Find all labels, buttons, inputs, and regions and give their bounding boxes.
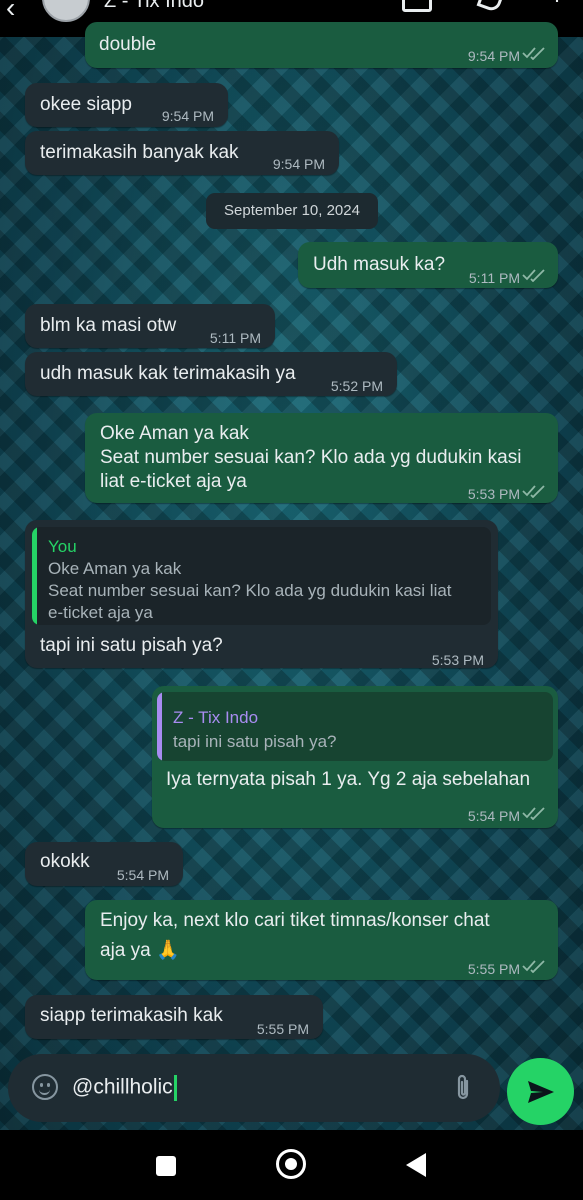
quote-text-line: tapi ini satu pisah ya? (173, 732, 337, 751)
emoji-icon[interactable] (32, 1074, 58, 1100)
message-incoming[interactable]: You Oke Aman ya kak Seat number sesuai k… (25, 520, 498, 668)
message-time: 9:54 PM (161, 108, 214, 124)
quote-bar (32, 527, 37, 625)
nav-back-icon[interactable] (406, 1153, 426, 1177)
message-outgoing[interactable]: double 9:54 PM (85, 22, 558, 68)
text-caret (173, 1075, 177, 1101)
message-time: 5:54 PM (116, 867, 169, 883)
quote-author: Z - Tix Indo (173, 708, 259, 727)
attach-icon[interactable] (454, 1074, 472, 1102)
message-text-line: aja ya 🙏 (100, 940, 180, 961)
date-separator: September 10, 2024 (206, 193, 378, 229)
read-ticks-icon (522, 807, 545, 820)
quote-text-line: Seat number sesuai kan? Klo ada yg duduk… (48, 581, 452, 600)
message-incoming[interactable]: siapp terimakasih kak 5:55 PM (25, 995, 323, 1039)
send-icon (528, 1081, 554, 1103)
message-text-line: Oke Aman ya kak (100, 423, 249, 444)
message-outgoing[interactable]: Enjoy ka, next klo cari tiket timnas/kon… (85, 900, 558, 980)
message-text: udh masuk kak terimakasih ya (40, 363, 296, 384)
message-text: okee siapp (40, 94, 132, 115)
message-text: Iya ternyata pisah 1 ya. Yg 2 aja sebela… (166, 769, 531, 790)
message-text: blm ka masi otw (40, 315, 177, 336)
message-text: tapi ini satu pisah ya? (40, 635, 223, 656)
message-incoming[interactable]: blm ka masi otw 5:11 PM (25, 304, 275, 348)
quote-author: You (48, 537, 77, 556)
message-text-line: Enjoy ka, next klo cari tiket timnas/kon… (100, 910, 490, 931)
back-arrow-icon[interactable]: ‹ (6, 0, 15, 24)
nav-home-icon[interactable] (276, 1149, 306, 1179)
send-button[interactable] (507, 1058, 574, 1125)
message-incoming[interactable]: terimakasih banyak kak 9:54 PM (25, 131, 339, 175)
quoted-message[interactable]: Z - Tix Indo tapi ini satu pisah ya? (157, 692, 553, 761)
message-time: 5:53 PM (467, 486, 520, 502)
message-composer[interactable]: @chillholic (8, 1054, 500, 1122)
message-time: 5:54 PM (467, 808, 520, 824)
message-text: Udh masuk ka? (313, 254, 446, 275)
message-incoming[interactable]: udh masuk kak terimakasih ya 5:52 PM (25, 352, 397, 396)
message-text: double (99, 34, 157, 55)
message-outgoing[interactable]: Udh masuk ka? 5:11 PM (298, 242, 558, 288)
message-time: 5:53 PM (431, 652, 484, 668)
message-text: okokk (40, 851, 90, 872)
quote-text-line: e-ticket aja ya (48, 603, 153, 622)
message-input-value: @chillholic (72, 1075, 173, 1099)
message-time: 5:11 PM (468, 270, 520, 286)
read-ticks-icon (522, 960, 545, 973)
message-text: siapp terimakasih kak (40, 1005, 223, 1026)
message-text: terimakasih banyak kak (40, 142, 239, 163)
message-time: 9:54 PM (467, 48, 520, 64)
contact-avatar[interactable] (42, 0, 90, 22)
read-ticks-icon (522, 47, 545, 60)
message-time: 5:55 PM (256, 1021, 309, 1037)
quote-bar (157, 692, 162, 761)
video-call-icon[interactable] (402, 0, 432, 12)
nav-recents-icon[interactable] (156, 1156, 176, 1176)
contact-name[interactable]: Z - Tix Indo (104, 0, 204, 13)
message-input[interactable]: @chillholic (72, 1075, 177, 1101)
message-time: 5:55 PM (467, 961, 520, 977)
message-incoming[interactable]: okee siapp 9:54 PM (25, 83, 228, 127)
message-time: 5:52 PM (330, 378, 383, 394)
message-time: 9:54 PM (272, 156, 325, 172)
message-text-line: liat e-ticket aja ya (100, 471, 247, 492)
read-ticks-icon (522, 485, 545, 498)
message-time: 5:11 PM (209, 330, 261, 346)
read-ticks-icon (522, 269, 545, 282)
quoted-message[interactable]: You Oke Aman ya kak Seat number sesuai k… (32, 527, 491, 625)
message-outgoing[interactable]: Oke Aman ya kak Seat number sesuai kan? … (85, 413, 558, 503)
quote-text-line: Oke Aman ya kak (48, 559, 182, 578)
message-text-line: Seat number sesuai kan? Klo ada yg duduk… (100, 447, 522, 468)
message-outgoing[interactable]: Z - Tix Indo tapi ini satu pisah ya? Iya… (152, 686, 558, 828)
voice-call-icon[interactable] (476, 0, 506, 14)
message-incoming[interactable]: okokk 5:54 PM (25, 842, 183, 886)
